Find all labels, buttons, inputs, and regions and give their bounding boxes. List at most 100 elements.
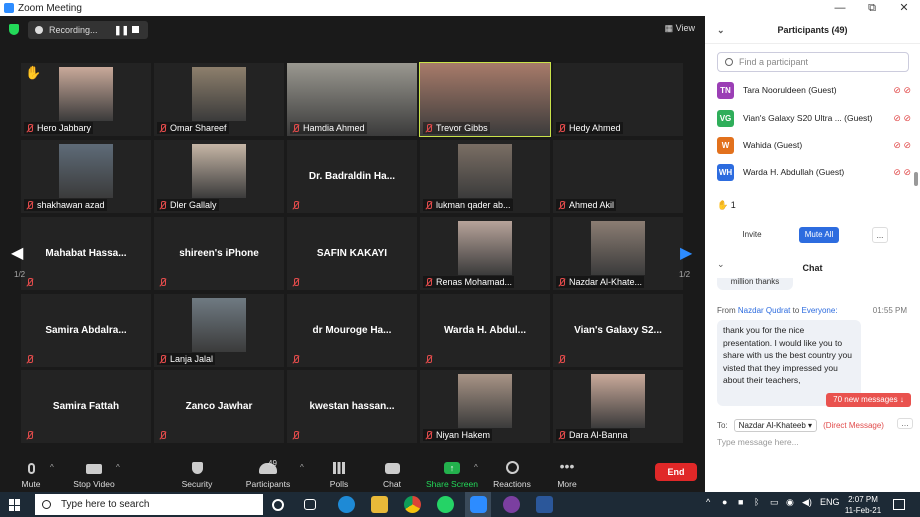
video-options-caret-icon[interactable]: ^ bbox=[116, 463, 120, 472]
encryption-shield-icon[interactable] bbox=[9, 24, 19, 35]
video-tile[interactable]: Niyan Hakem bbox=[420, 370, 550, 443]
bluetooth-icon[interactable]: ᛒ bbox=[754, 497, 759, 507]
task-view-icon[interactable] bbox=[304, 499, 316, 510]
stop-video-button[interactable]: Stop Video bbox=[72, 459, 116, 492]
invite-button[interactable]: Invite bbox=[735, 227, 769, 243]
video-tile[interactable]: Ahmed Akil bbox=[553, 140, 683, 213]
end-meeting-button[interactable]: End bbox=[655, 463, 697, 481]
participant-row[interactable]: W Wahida (Guest) ⊘ ⊘ bbox=[717, 134, 917, 156]
video-tile[interactable]: Mahabat Hassa... bbox=[21, 217, 151, 290]
language-indicator[interactable]: ENG bbox=[820, 497, 840, 507]
video-tile[interactable]: Zanco Jawhar bbox=[154, 370, 284, 443]
zoom-taskbar-icon[interactable] bbox=[470, 496, 487, 513]
participant-row[interactable]: WH Warda H. Abdullah (Guest) ⊘ ⊘ bbox=[717, 161, 917, 183]
tray-video-icon[interactable]: ■ bbox=[738, 497, 743, 507]
tray-chevron-icon[interactable]: ^ bbox=[706, 497, 710, 507]
participants-button[interactable]: 49 Participants bbox=[246, 459, 290, 492]
media-app-icon[interactable] bbox=[503, 496, 520, 513]
notifications-icon[interactable] bbox=[893, 499, 905, 510]
video-tile[interactable]: shakhawan azad bbox=[21, 140, 151, 213]
participant-label bbox=[290, 430, 305, 441]
view-button[interactable]: ▦ View bbox=[665, 23, 695, 34]
chrome-icon[interactable] bbox=[404, 496, 421, 513]
file-explorer-icon[interactable] bbox=[371, 496, 388, 513]
share-screen-button[interactable]: ↑ Share Screen bbox=[426, 459, 478, 492]
cortana-icon[interactable] bbox=[272, 499, 284, 511]
stop-recording-icon[interactable] bbox=[132, 26, 139, 33]
meeting-top-bar: Recording... ❚❚ ▦ View bbox=[0, 16, 705, 44]
network-icon[interactable]: ◉ bbox=[786, 497, 794, 508]
restore-button[interactable]: ⧉ bbox=[857, 0, 887, 16]
video-tile[interactable]: Hamdia Ahmed bbox=[287, 63, 417, 136]
reactions-button[interactable]: Reactions bbox=[492, 459, 532, 492]
whatsapp-icon[interactable] bbox=[437, 496, 454, 513]
participant-name-large: Mahabat Hassa... bbox=[45, 248, 127, 259]
participant-name-large: kwestan hassan... bbox=[309, 401, 395, 412]
edge-icon[interactable] bbox=[338, 496, 355, 513]
collapse-participants-chevron-icon[interactable]: ⌄ bbox=[717, 16, 725, 44]
close-button[interactable]: ✕ bbox=[889, 0, 919, 16]
video-tile[interactable]: Nazdar Al-Khate... bbox=[553, 217, 683, 290]
reactions-label: Reactions bbox=[493, 479, 531, 489]
video-tile[interactable]: Renas Mohamad... bbox=[420, 217, 550, 290]
video-tile[interactable]: Dara Al-Banna bbox=[553, 370, 683, 443]
sender-name[interactable]: Nazdar Qudrat bbox=[738, 306, 790, 315]
message-header: From Nazdar Qudrat to Everyone: 01:55 PM bbox=[717, 306, 907, 315]
more-button[interactable]: ••• More bbox=[555, 459, 579, 492]
video-tile[interactable]: lukman qader ab... bbox=[420, 140, 550, 213]
mute-button[interactable]: Mute bbox=[18, 459, 44, 492]
muted-mic-icon bbox=[26, 200, 33, 210]
participant-video-thumbnail bbox=[458, 221, 512, 275]
polls-button[interactable]: Polls bbox=[328, 459, 350, 492]
reactions-smiley-icon bbox=[505, 461, 519, 474]
raised-hand-icon: ✋ bbox=[25, 65, 42, 80]
previous-page-arrow-icon[interactable]: ◀ bbox=[11, 243, 23, 263]
next-page-arrow-icon[interactable]: ▶ bbox=[680, 243, 692, 263]
participants-caret-icon[interactable]: ^ bbox=[300, 463, 304, 472]
video-tile[interactable]: Hero Jabbary ✋ bbox=[21, 63, 151, 136]
video-tile[interactable]: Omar Shareef bbox=[154, 63, 284, 136]
chat-message-input[interactable]: Type message here... bbox=[717, 437, 799, 447]
video-tile[interactable]: Vian's Galaxy S2... bbox=[553, 294, 683, 367]
participant-label bbox=[290, 354, 305, 365]
chat-more-button[interactable]: … bbox=[897, 418, 913, 429]
participants-scrollbar[interactable] bbox=[914, 172, 918, 186]
word-icon[interactable] bbox=[536, 496, 553, 513]
video-tile[interactable]: kwestan hassan... bbox=[287, 370, 417, 443]
share-options-caret-icon[interactable]: ^ bbox=[474, 463, 478, 472]
chat-button[interactable]: Chat bbox=[381, 459, 403, 492]
participant-row[interactable]: VG Vian's Galaxy S20 Ultra ... (Guest) ⊘ ⊘ bbox=[717, 107, 917, 129]
participant-row[interactable]: TN Tara Nooruldeen (Guest) ⊘ ⊘ bbox=[717, 79, 917, 101]
volume-icon[interactable]: ◀) bbox=[802, 497, 812, 508]
video-tile[interactable]: SAFIN KAKAYI bbox=[287, 217, 417, 290]
minimize-button[interactable]: — bbox=[825, 0, 855, 16]
video-tile[interactable]: Warda H. Abdul... bbox=[420, 294, 550, 367]
stop-video-label: Stop Video bbox=[73, 479, 115, 489]
video-tile[interactable]: Dr. Badraldin Ha... bbox=[287, 140, 417, 213]
video-tile[interactable]: Samira Fattah bbox=[21, 370, 151, 443]
windows-start-icon[interactable] bbox=[9, 499, 21, 511]
pause-recording-icon[interactable]: ❚❚ bbox=[114, 25, 129, 36]
video-tile[interactable]: dr Mourоge Ha... bbox=[287, 294, 417, 367]
participant-name-large: Samira Fattah bbox=[52, 401, 120, 412]
participant-search-input[interactable]: Find a participant bbox=[717, 52, 909, 72]
battery-icon[interactable]: ▭ bbox=[770, 497, 779, 508]
security-button[interactable]: Security bbox=[180, 459, 214, 492]
audio-options-caret-icon[interactable]: ^ bbox=[50, 463, 54, 472]
participant-label bbox=[290, 200, 305, 211]
recipient-select[interactable]: Nazdar Al-Khateeb ▾ bbox=[733, 418, 818, 432]
participants-more-button[interactable]: ... bbox=[872, 227, 888, 243]
tray-mic-icon[interactable]: ● bbox=[722, 497, 727, 507]
video-tile[interactable]: Dler Gallaly bbox=[154, 140, 284, 213]
video-tile[interactable]: shireen's iPhone bbox=[154, 217, 284, 290]
muted-audio-video-icon: ⊘ ⊘ bbox=[893, 166, 911, 177]
video-tile[interactable]: Lanja Jalal bbox=[154, 294, 284, 367]
video-tile[interactable]: Samira Abdalra... bbox=[21, 294, 151, 367]
new-messages-button[interactable]: 70 new messages ↓ bbox=[826, 393, 911, 407]
video-tile[interactable]: Hedy Ahmed bbox=[553, 63, 683, 136]
recipient-name[interactable]: Everyone: bbox=[802, 306, 838, 315]
taskbar-clock[interactable]: 2:07 PM 11-Feb-21 bbox=[843, 492, 883, 517]
video-tile[interactable]: Trevor Gibbs bbox=[419, 62, 551, 137]
taskbar-search-input[interactable]: Type here to search bbox=[35, 494, 263, 515]
mute-all-button[interactable]: Mute All bbox=[799, 227, 839, 243]
